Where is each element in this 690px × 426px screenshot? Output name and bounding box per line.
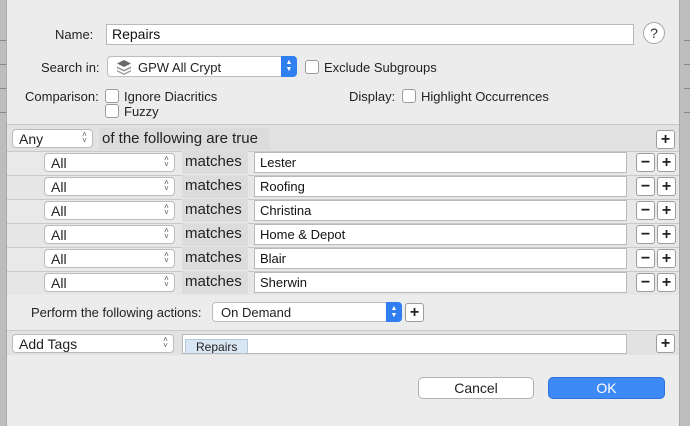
condition-operator: matches xyxy=(182,199,248,222)
popup-chevron-icon: ˄ ˅ xyxy=(82,130,87,145)
highlight-occurrences-label: Highlight Occurrences xyxy=(421,89,549,104)
condition-field-value: All xyxy=(51,203,67,219)
perform-actions-label: Perform the following actions: xyxy=(31,305,202,320)
add-action-button[interactable]: + xyxy=(405,303,424,322)
condition-mode-suffix: of the following are true xyxy=(99,128,270,150)
popup-chevron-icon: ˄ ˅ xyxy=(164,250,169,265)
popup-chevron-icon: ▲ ▼ xyxy=(281,56,297,77)
condition-value-field[interactable]: Christina xyxy=(254,200,627,221)
tag-token[interactable]: Repairs xyxy=(185,339,249,353)
condition-value-field[interactable]: Home & Depot xyxy=(254,224,627,245)
ok-button[interactable]: OK xyxy=(548,377,665,399)
condition-operator: matches xyxy=(182,151,248,174)
ignore-diacritics-checkbox[interactable] xyxy=(105,89,119,103)
condition-operator: matches xyxy=(182,247,248,270)
condition-field-value: All xyxy=(51,275,67,291)
add-action-row-button[interactable]: + xyxy=(656,334,675,353)
search-in-label: Search in: xyxy=(41,60,100,75)
condition-value-field[interactable]: Lester xyxy=(254,152,627,173)
condition-field-popup[interactable]: All ˄ ˅ xyxy=(44,177,175,196)
remove-condition-button[interactable]: − xyxy=(636,153,655,172)
add-condition-button[interactable]: + xyxy=(657,225,676,244)
popup-chevron-icon: ˄ ˅ xyxy=(164,154,169,169)
condition-field-value: All xyxy=(51,227,67,243)
condition-field-popup[interactable]: All ˄ ˅ xyxy=(44,153,175,172)
condition-row: All ˄ ˅ matches Roofing − + xyxy=(7,175,679,199)
popup-chevron-icon: ▲ ▼ xyxy=(386,302,402,322)
action-type-value: Add Tags xyxy=(19,336,78,352)
remove-condition-button[interactable]: − xyxy=(636,225,655,244)
condition-operator: matches xyxy=(182,175,248,198)
search-in-popup[interactable]: GPW All Crypt ▲ ▼ xyxy=(107,56,297,77)
name-field[interactable]: Repairs xyxy=(106,24,634,45)
condition-field-popup[interactable]: All ˄ ˅ xyxy=(44,249,175,268)
condition-mode-value: Any xyxy=(19,131,44,147)
background-window-right-edge xyxy=(679,0,690,426)
fuzzy-label: Fuzzy xyxy=(124,104,159,119)
condition-row: All ˄ ˅ matches Blair − + xyxy=(7,247,679,271)
condition-row: All ˄ ˅ matches Home & Depot − + xyxy=(7,223,679,247)
help-button[interactable]: ? xyxy=(643,22,665,44)
fuzzy-checkbox[interactable] xyxy=(105,104,119,118)
popup-chevron-icon: ˄ ˅ xyxy=(163,335,168,350)
condition-mode-popup[interactable]: Any ˄ ˅ xyxy=(12,129,93,148)
remove-condition-button[interactable]: − xyxy=(636,177,655,196)
remove-condition-button[interactable]: − xyxy=(636,249,655,268)
condition-row: All ˄ ˅ matches Lester − + xyxy=(7,151,679,175)
database-stack-icon xyxy=(117,60,131,75)
action-type-popup[interactable]: Add Tags ˄ ˅ xyxy=(12,334,174,353)
add-condition-button[interactable]: + xyxy=(657,201,676,220)
perform-actions-value: On Demand xyxy=(221,305,292,320)
condition-value-field[interactable]: Blair xyxy=(254,248,627,269)
add-condition-button[interactable]: + xyxy=(656,130,675,149)
tags-field[interactable]: Repairs xyxy=(182,334,627,354)
comparison-label: Comparison: xyxy=(25,89,99,104)
condition-value-field[interactable]: Roofing xyxy=(254,176,627,197)
condition-row: All ˄ ˅ matches Sherwin − + xyxy=(7,271,679,295)
condition-field-value: All xyxy=(51,155,67,171)
search-in-value: GPW All Crypt xyxy=(138,60,222,75)
highlight-occurrences-checkbox[interactable] xyxy=(402,89,416,103)
name-label: Name: xyxy=(55,27,94,42)
condition-field-value: All xyxy=(51,179,67,195)
condition-field-value: All xyxy=(51,251,67,267)
perform-actions-popup[interactable]: On Demand ▲ ▼ xyxy=(212,302,402,322)
remove-condition-button[interactable]: − xyxy=(636,201,655,220)
add-condition-button[interactable]: + xyxy=(657,273,676,292)
ignore-diacritics-label: Ignore Diacritics xyxy=(124,89,218,104)
display-label: Display: xyxy=(349,89,396,104)
condition-value-field[interactable]: Sherwin xyxy=(254,272,627,293)
remove-condition-button[interactable]: − xyxy=(636,273,655,292)
add-condition-button[interactable]: + xyxy=(657,249,676,268)
exclude-subgroups-label: Exclude Subgroups xyxy=(324,60,437,75)
condition-operator: matches xyxy=(182,271,248,294)
smart-group-dialog: Name: Repairs ? Search in: GPW All Crypt… xyxy=(7,0,679,426)
add-condition-button[interactable]: + xyxy=(657,177,676,196)
popup-chevron-icon: ˄ ˅ xyxy=(164,202,169,217)
condition-field-popup[interactable]: All ˄ ˅ xyxy=(44,273,175,292)
add-condition-button[interactable]: + xyxy=(657,153,676,172)
background-window-left-edge xyxy=(0,0,7,426)
popup-chevron-icon: ˄ ˅ xyxy=(164,178,169,193)
condition-field-popup[interactable]: All ˄ ˅ xyxy=(44,225,175,244)
condition-operator: matches xyxy=(182,223,248,246)
popup-chevron-icon: ˄ ˅ xyxy=(164,274,169,289)
exclude-subgroups-checkbox[interactable] xyxy=(305,60,319,74)
condition-row: All ˄ ˅ matches Christina − + xyxy=(7,199,679,223)
cancel-button[interactable]: Cancel xyxy=(418,377,534,399)
condition-field-popup[interactable]: All ˄ ˅ xyxy=(44,201,175,220)
popup-chevron-icon: ˄ ˅ xyxy=(164,226,169,241)
